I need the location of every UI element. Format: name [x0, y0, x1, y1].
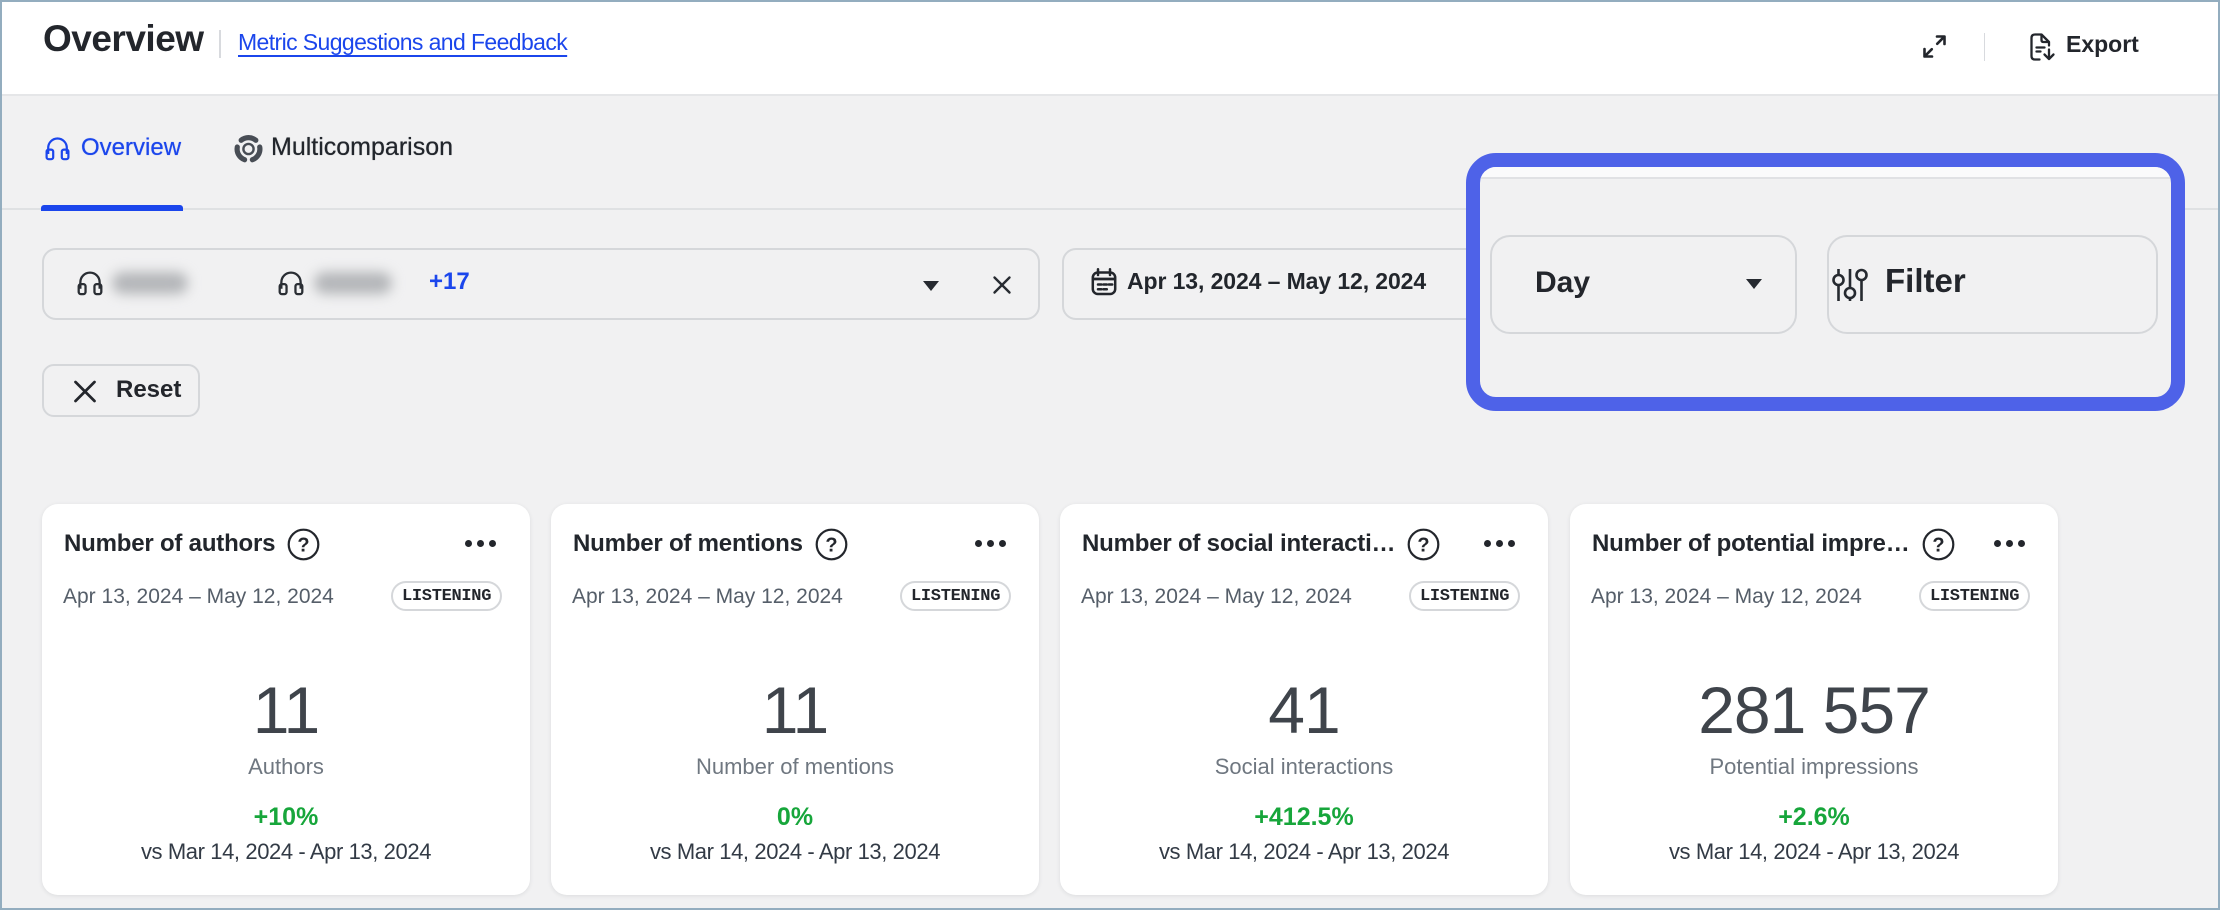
svg-text:?: ? [1932, 534, 1944, 556]
svg-text:?: ? [298, 534, 310, 556]
svg-text:?: ? [825, 534, 837, 556]
svg-text:?: ? [1418, 534, 1430, 556]
